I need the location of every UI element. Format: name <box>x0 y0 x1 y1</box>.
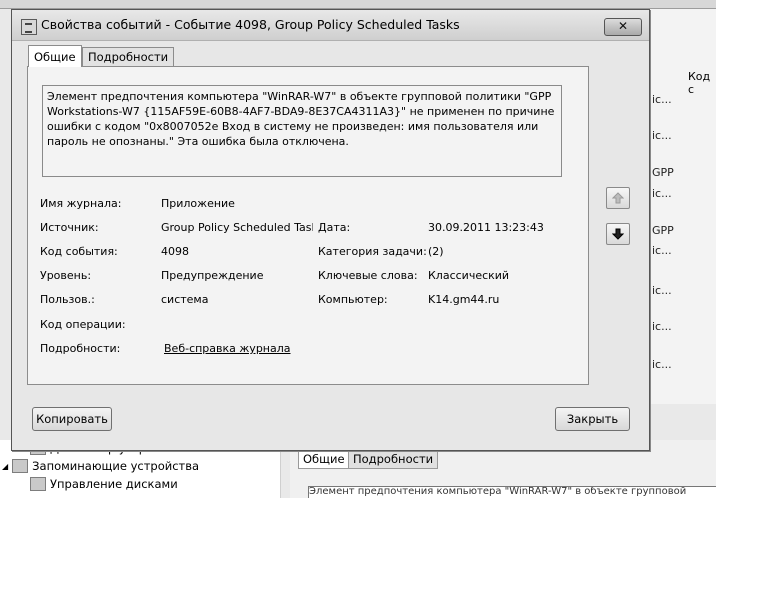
keywords-label: Ключевые слова: <box>318 269 418 282</box>
event-message[interactable]: Элемент предпочтения компьютера "WinRAR-… <box>42 85 562 177</box>
list-item[interactable]: ic... <box>652 284 672 297</box>
background-event-list <box>648 9 716 404</box>
user-value: система <box>161 293 209 306</box>
expand-triangle-icon[interactable]: ◢ <box>2 462 8 471</box>
list-item[interactable]: ic... <box>652 129 672 142</box>
preview-message-partial: Элемент предпочтения компьютера "WinRAR-… <box>308 486 716 498</box>
list-item[interactable]: ic... <box>652 358 672 371</box>
event-log-help-link[interactable]: Веб-справка журнала <box>164 342 291 355</box>
tree-item-label: Запоминающие устройства <box>32 459 200 473</box>
tab-details-bg[interactable]: Подробности <box>348 450 439 469</box>
event-id-label: Код события: <box>40 245 118 258</box>
computer-value: K14.gm44.ru <box>428 293 500 306</box>
details-label: Подробности: <box>40 342 121 355</box>
dialog-titlebar[interactable]: Свойства событий - Событие 4098, Group P… <box>12 10 649 41</box>
task-category-label: Категория задачи: <box>318 245 427 258</box>
disk-management-icon <box>30 477 46 491</box>
list-item[interactable]: ic... <box>652 320 672 333</box>
tab-details[interactable]: Подробности <box>82 47 175 67</box>
close-button[interactable]: Закрыть <box>555 407 630 431</box>
dialog-title: Свойства событий - Событие 4098, Group P… <box>41 17 460 32</box>
copy-button[interactable]: Копировать <box>32 407 112 431</box>
tree-item-disk-management[interactable]: Управление дисками <box>30 477 178 491</box>
list-item[interactable]: GPP <box>652 224 674 237</box>
computer-label: Компьютер: <box>318 293 388 306</box>
source-label: Источник: <box>40 221 99 234</box>
event-id-value: 4098 <box>161 245 189 258</box>
list-item[interactable]: GPP <box>652 166 674 179</box>
event-viewer-icon <box>21 19 37 35</box>
storage-icon <box>12 459 29 473</box>
date-label: Дата: <box>318 221 351 234</box>
opcode-label: Код операции: <box>40 318 126 331</box>
list-item[interactable]: ic... <box>652 244 672 257</box>
level-value: Предупреждение <box>161 269 264 282</box>
date-value: 30.09.2011 13:23:43 <box>428 221 544 234</box>
keywords-value: Классический <box>428 269 510 282</box>
general-tab-panel: Элемент предпочтения компьютера "WinRAR-… <box>27 66 589 385</box>
user-label: Пользов.: <box>40 293 95 306</box>
arrow-down-icon <box>612 228 624 240</box>
close-window-button[interactable]: ✕ <box>604 18 642 36</box>
level-label: Уровень: <box>40 269 92 282</box>
previous-event-button[interactable] <box>606 187 630 209</box>
event-properties-dialog: Свойства событий - Событие 4098, Group P… <box>11 9 650 451</box>
task-category-value: (2) <box>428 245 444 258</box>
tab-general-bg[interactable]: Общие <box>298 450 350 469</box>
next-event-button[interactable] <box>606 223 630 245</box>
list-item[interactable]: ic... <box>652 187 672 200</box>
log-name-label: Имя журнала: <box>40 197 122 210</box>
tree-item-storage[interactable]: ◢ Запоминающие устройства <box>2 459 199 473</box>
column-header-code[interactable]: Код с <box>688 70 716 96</box>
log-name-value: Приложение <box>161 197 235 210</box>
source-value: Group Policy Scheduled Tasl <box>161 221 313 234</box>
list-item[interactable]: ic... <box>652 93 672 106</box>
tab-general[interactable]: Общие <box>28 45 82 67</box>
arrow-up-icon <box>612 192 624 204</box>
tree-item-label: Управление дисками <box>50 477 178 491</box>
background-titlebar <box>0 0 716 9</box>
